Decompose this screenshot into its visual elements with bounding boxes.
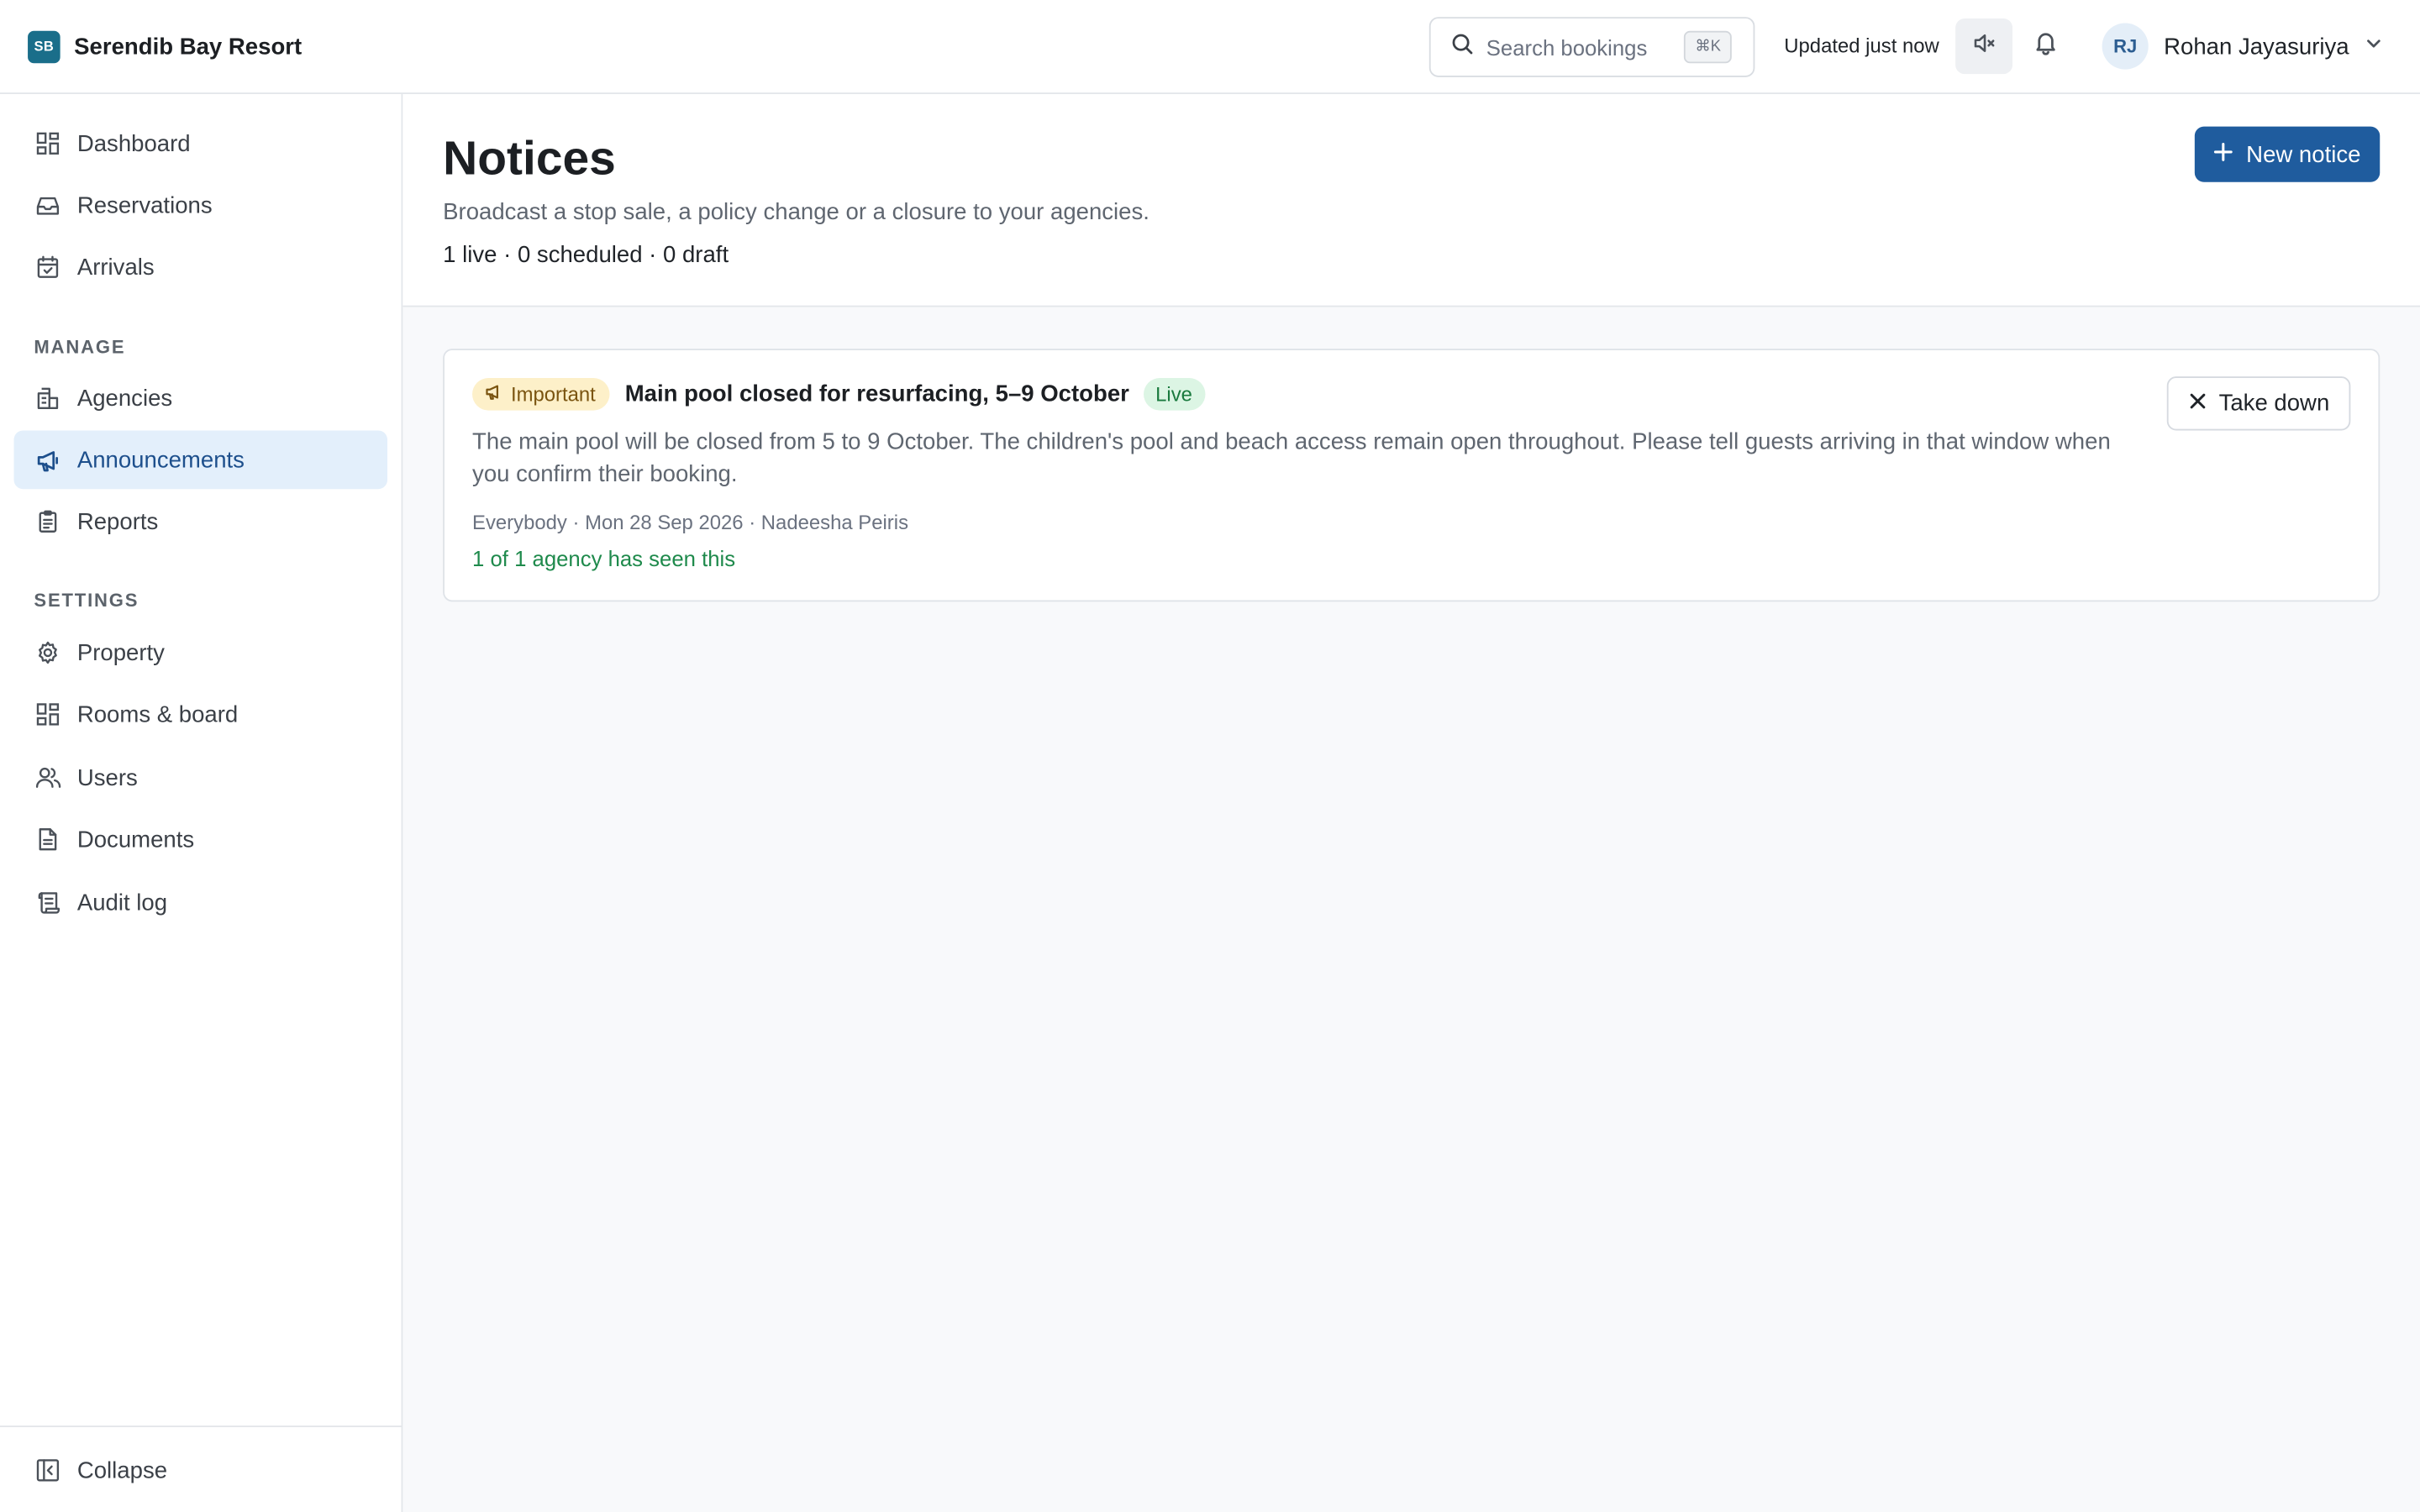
notice-title: Main pool closed for resurfacing, 5–9 Oc… <box>624 381 1129 407</box>
notice-card-header: Important Main pool closed for resurfaci… <box>472 378 1205 411</box>
chevron-down-icon <box>2365 33 2383 60</box>
sidebar-item-agencies[interactable]: Agencies <box>14 369 387 428</box>
main-content: Notices Broadcast a stop sale, a policy … <box>402 94 2420 1512</box>
sidebar-item-label: Reservations <box>76 192 213 218</box>
building-icon <box>34 384 61 412</box>
updated-status: Updated just now <box>1784 34 1939 57</box>
take-down-button[interactable]: Take down <box>2166 376 2351 431</box>
sidebar-item-users[interactable]: Users <box>14 748 387 807</box>
megaphone-icon <box>34 446 61 474</box>
take-down-label: Take down <box>2218 390 2330 417</box>
sidebar-item-audit-log[interactable]: Audit log <box>14 874 387 932</box>
calendar-check-icon <box>34 253 61 281</box>
sidebar-item-reports[interactable]: Reports <box>14 492 387 551</box>
sidebar-collapse-icon <box>34 1457 61 1484</box>
new-notice-label: New notice <box>2246 141 2361 168</box>
dashboard-icon <box>34 129 61 157</box>
priority-label: Important <box>510 382 596 407</box>
status-badge: Live <box>1143 378 1205 411</box>
section-title-manage: MANAGE <box>34 336 126 359</box>
user-name: Rohan Jayasuriya <box>2164 33 2349 60</box>
avatar: RJ <box>2102 23 2149 70</box>
collapse-label: Collapse <box>76 1457 168 1484</box>
search-shortcut-hint: ⌘K <box>1684 30 1732 64</box>
sidebar-item-dashboard[interactable]: Dashboard <box>14 114 387 173</box>
plus-icon <box>2214 141 2234 167</box>
search-placeholder: Search bookings <box>1486 34 1648 60</box>
scroll-icon <box>34 889 61 916</box>
sidebar-item-label: Property <box>76 639 165 666</box>
sidebar-item-label: Announcements <box>76 446 245 473</box>
notice-seen-status: 1 of 1 agency has seen this <box>472 546 736 571</box>
grid-icon <box>34 701 61 728</box>
gear-icon <box>34 638 61 666</box>
sidebar-item-label: Arrivals <box>76 254 155 281</box>
top-bar: SB Serendib Bay Resort Search bookings ⌘… <box>0 0 2420 95</box>
notice-counts: 1 live · 0 scheduled · 0 draft <box>443 242 729 269</box>
priority-badge: Important <box>472 378 610 411</box>
megaphone-icon <box>485 383 503 407</box>
sidebar-item-label: Users <box>76 764 138 791</box>
bell-icon <box>2033 29 2059 63</box>
sidebar-item-label: Audit log <box>76 889 168 916</box>
brand-logo: SB <box>28 29 60 63</box>
sidebar-item-reservations[interactable]: Reservations <box>14 176 387 234</box>
collapse-sidebar-button[interactable]: Collapse <box>14 1441 387 1500</box>
users-icon <box>34 764 61 791</box>
search-icon <box>1451 32 1475 63</box>
sidebar-footer: Collapse <box>0 1425 402 1512</box>
notifications-button[interactable] <box>2018 18 2075 74</box>
sidebar-item-label: Dashboard <box>76 130 191 157</box>
sidebar: Dashboard Reservations Arrivals MANAGE A… <box>0 94 403 1512</box>
sidebar-item-label: Agencies <box>76 385 173 412</box>
sidebar-item-label: Reports <box>76 508 159 535</box>
mute-sound-button[interactable] <box>1955 18 2013 75</box>
close-icon <box>2188 391 2207 417</box>
notice-body: The main pool will be closed from 5 to 9… <box>472 428 2111 488</box>
document-icon <box>34 826 61 853</box>
page-title: Notices <box>443 131 616 186</box>
section-title-settings: SETTINGS <box>34 589 139 612</box>
notice-meta: Everybody · Mon 28 Sep 2026 · Nadeesha P… <box>472 510 909 534</box>
clipboard-icon <box>34 507 61 535</box>
sidebar-item-property[interactable]: Property <box>14 623 387 682</box>
notice-card: Important Main pool closed for resurfaci… <box>443 349 2381 602</box>
inbox-icon <box>34 192 61 219</box>
sidebar-item-label: Documents <box>76 826 195 853</box>
new-notice-button[interactable]: New notice <box>2194 126 2381 182</box>
sidebar-item-arrivals[interactable]: Arrivals <box>14 238 387 297</box>
brand-name: Serendib Bay Resort <box>74 33 302 60</box>
sidebar-item-rooms-board[interactable]: Rooms & board <box>14 685 387 744</box>
user-menu[interactable]: RJ Rohan Jayasuriya <box>2102 23 2383 70</box>
brand[interactable]: SB Serendib Bay Resort <box>0 29 302 63</box>
page-subtitle: Broadcast a stop sale, a policy change o… <box>443 198 1150 226</box>
page-header: Notices Broadcast a stop sale, a policy … <box>402 94 2420 307</box>
sidebar-item-label: Rooms & board <box>76 701 239 728</box>
sidebar-item-announcements[interactable]: Announcements <box>13 430 388 490</box>
search-input[interactable]: Search bookings ⌘K <box>1428 17 1755 77</box>
sidebar-item-documents[interactable]: Documents <box>14 810 387 869</box>
speaker-muted-icon <box>1971 30 1996 63</box>
